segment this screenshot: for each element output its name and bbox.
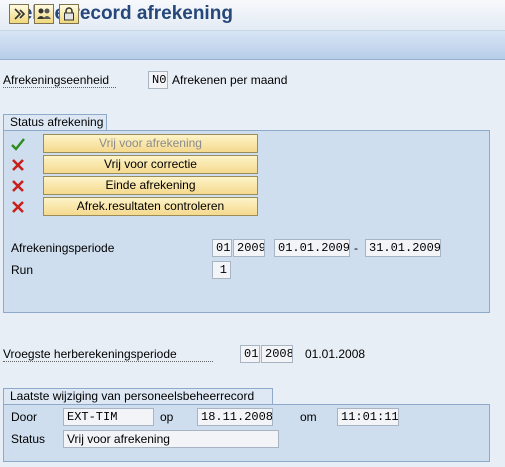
at-label: om <box>300 410 317 424</box>
status-field[interactable]: Vrij voor afrekening <box>63 430 279 448</box>
release-button[interactable] <box>9 4 29 24</box>
check-icon <box>11 138 25 151</box>
application-toolbar <box>0 31 505 60</box>
on-field[interactable]: 18.11.2008 <box>197 408 273 426</box>
check-results-button[interactable]: Afrek.resultaten controleren <box>43 197 258 216</box>
run-field[interactable]: 1 <box>212 261 231 279</box>
change-group-title: Laatste wijziging van personeelsbeheerre… <box>3 388 273 404</box>
status-label: Status <box>11 432 46 446</box>
recalc-label: Vroegste herberekeningsperiode <box>3 347 213 362</box>
run-label: Run <box>11 263 34 277</box>
recalc-year-field[interactable]: 2008 <box>261 345 293 363</box>
cross-icon <box>12 180 24 192</box>
cross-icon <box>12 159 24 171</box>
recalc-month-field[interactable]: 01 <box>240 345 260 363</box>
unit-code-field[interactable]: N0 <box>148 71 168 89</box>
period-separator: - <box>354 241 358 255</box>
change-person-button[interactable] <box>34 4 54 24</box>
by-label: Door <box>11 410 38 424</box>
end-payroll-button[interactable]: Einde afrekening <box>43 176 258 195</box>
lock-button[interactable] <box>59 4 79 24</box>
at-field[interactable]: 11:01:11 <box>337 408 399 426</box>
period-month-field[interactable]: 01 <box>212 239 232 257</box>
release-for-correction-button[interactable]: Vrij voor correctie <box>43 155 258 174</box>
unit-label: Afrekeningseenheid <box>3 73 116 88</box>
recalc-date: 01.01.2008 <box>305 347 366 361</box>
change-person-icon <box>37 8 51 19</box>
period-to-field[interactable]: 31.01.2009 <box>365 239 441 257</box>
lock-icon <box>64 7 74 21</box>
period-label: Afrekeningsperiode <box>11 241 115 255</box>
cross-icon <box>12 201 24 213</box>
status-group-title: Status afrekening <box>3 114 107 130</box>
by-field[interactable]: EXT-TIM <box>63 408 154 426</box>
release-icon <box>14 8 26 20</box>
unit-text: Afrekenen per maand <box>172 73 288 87</box>
release-for-payroll-button[interactable]: Vrij voor afrekening <box>43 134 258 153</box>
period-from-field[interactable]: 01.01.2009 <box>274 239 350 257</box>
period-year-field[interactable]: 2009 <box>233 239 265 257</box>
on-label: op <box>160 410 174 424</box>
